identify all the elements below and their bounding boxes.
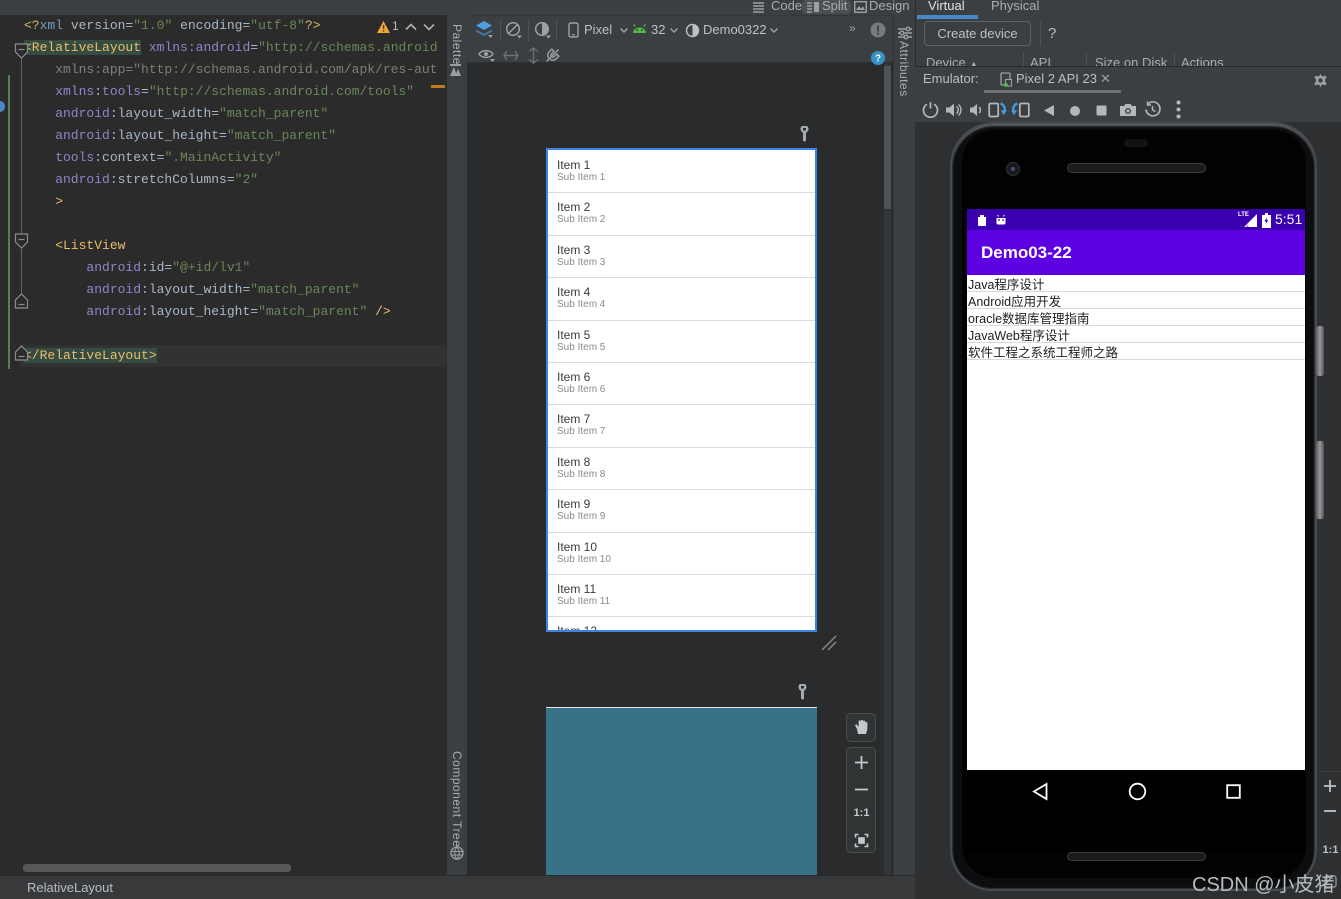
svg-text:?: ?	[875, 54, 881, 65]
